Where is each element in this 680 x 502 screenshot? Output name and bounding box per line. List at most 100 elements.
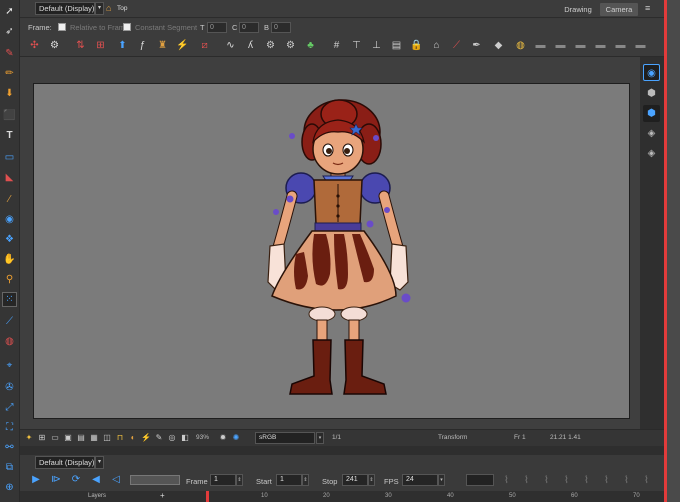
cut-icon[interactable]: ⧄ — [198, 39, 211, 52]
dropper-tool-icon[interactable]: ⁄ — [2, 192, 17, 207]
keyframe-d-icon[interactable]: ⌇ — [560, 474, 573, 487]
brush-tool-icon[interactable]: ✎ — [2, 46, 17, 61]
zoom-tool-icon[interactable]: ⊕ — [2, 480, 17, 495]
playhead[interactable] — [206, 491, 209, 502]
keyframe-h-icon[interactable]: ⌇ — [640, 474, 653, 487]
layers-stack-icon[interactable]: ◈ — [643, 125, 660, 142]
chevron-down-icon[interactable]: ▾ — [95, 456, 104, 469]
relative-checkbox[interactable] — [58, 23, 66, 31]
panel-menu-icon[interactable]: ≡ — [645, 3, 650, 13]
settings-gear-icon[interactable]: ⚙ — [48, 39, 61, 52]
text-tool-icon[interactable]: T — [2, 128, 17, 143]
c-field[interactable]: 0 — [239, 22, 259, 33]
flash-icon[interactable]: ⚡ — [141, 433, 151, 443]
skew-tool-icon[interactable]: ⛶ — [2, 420, 17, 435]
flip-icon[interactable]: ⇅ — [74, 39, 87, 52]
stroke-tool-icon[interactable]: ⟋ — [2, 314, 17, 329]
grid-toggle-icon[interactable]: ⊞ — [37, 433, 47, 443]
pencil-small-icon[interactable]: ✎ — [154, 433, 164, 443]
transform-tool-icon[interactable]: ⚲ — [2, 272, 17, 287]
onion-skin-icon[interactable]: ◐ — [128, 433, 138, 443]
stamp-icon[interactable]: ♜ — [156, 39, 169, 52]
chevron-down-icon[interactable]: ▾ — [95, 2, 104, 15]
grid-select-icon[interactable]: ⊞ — [94, 39, 107, 52]
play-icon[interactable]: ▶ — [30, 474, 42, 486]
keyframe-g-icon[interactable]: ⌇ — [620, 474, 633, 487]
deform-tool-icon[interactable]: ⧉ — [2, 460, 17, 475]
lock-icon[interactable]: 🔒 — [410, 39, 423, 52]
character-drawing[interactable] — [34, 84, 631, 420]
fps-field[interactable]: 24 — [402, 474, 438, 486]
view-icon[interactable]: ◫ — [102, 433, 112, 443]
pen-icon[interactable]: ✒ — [470, 39, 483, 52]
timeline-ruler[interactable]: Layers + 10 20 30 40 50 60 70 — [20, 491, 664, 502]
hand-tool-icon[interactable]: ✋ — [2, 252, 17, 267]
keyframe-b-icon[interactable]: ⌇ — [520, 474, 533, 487]
eye-icon[interactable]: ◉ — [643, 64, 660, 81]
grid-icon[interactable]: # — [330, 39, 343, 52]
distribute-icon[interactable]: ⊥ — [370, 39, 383, 52]
t-field[interactable]: 0 — [207, 22, 227, 33]
bulb-icon[interactable]: ◍ — [514, 39, 527, 52]
sound-icon[interactable]: ◀ — [90, 474, 102, 486]
image-icon[interactable]: ▦ — [89, 433, 99, 443]
bone-tool-icon[interactable]: ⚯ — [2, 440, 17, 455]
light-bulb-icon[interactable]: ✦ — [24, 433, 34, 443]
line-icon[interactable]: ⟋ — [450, 39, 463, 52]
paint-tool-icon[interactable]: ⬇ — [2, 86, 17, 101]
unlock-icon[interactable]: ⌂ — [430, 39, 443, 52]
rotate-tool-icon[interactable]: ✇ — [2, 380, 17, 395]
stack-icon[interactable]: ◈ — [643, 145, 660, 162]
panel-splitter[interactable] — [20, 446, 664, 455]
pivot-tool-icon[interactable]: ⌖ — [2, 358, 17, 373]
add-layer-icon[interactable]: + — [160, 491, 165, 500]
top-view-icon[interactable]: ⌂ — [106, 3, 111, 13]
cube-icon[interactable]: ⬢ — [643, 85, 660, 102]
constant-checkbox[interactable] — [123, 23, 131, 31]
playback-speed-slider[interactable] — [130, 475, 180, 485]
render-icon[interactable]: ◎ — [167, 433, 177, 443]
frame-spinner[interactable]: ⇕ — [236, 474, 243, 486]
fps-dropdown[interactable]: ▾ — [438, 474, 445, 486]
zoom-level[interactable]: 93% — [196, 434, 209, 441]
frame-field[interactable]: 1 — [210, 474, 236, 486]
stop-spinner[interactable]: ⇕ — [368, 474, 375, 486]
color-wheel-icon[interactable]: ✺ — [231, 433, 241, 443]
arrow-up-icon[interactable]: ⬆ — [116, 39, 129, 52]
align-icon[interactable]: ⊤ — [350, 39, 363, 52]
keyframe-a-icon[interactable]: ⌇ — [500, 474, 513, 487]
gear-a-icon[interactable]: ⚙ — [264, 39, 277, 52]
color-swatch[interactable] — [466, 474, 494, 486]
keyframe-f-icon[interactable]: ⌇ — [600, 474, 613, 487]
frame-toggle-icon[interactable]: ▣ — [63, 433, 73, 443]
function-icon[interactable]: ƒ — [136, 39, 149, 52]
stage-area[interactable] — [33, 83, 630, 419]
snap-icon[interactable]: ✣ — [28, 39, 41, 52]
select-tool-icon[interactable]: ➚ — [2, 4, 17, 19]
loop-icon[interactable]: ⟳ — [70, 474, 82, 486]
selection-mode-icon[interactable]: ⁙ — [2, 292, 17, 307]
timeline-display-dropdown[interactable]: Default (Display) — [35, 456, 95, 469]
curve-icon[interactable]: ∿ — [224, 39, 237, 52]
curve-alt-icon[interactable]: ʎ — [244, 39, 257, 52]
eraser-tool-icon[interactable]: ⬛ — [2, 108, 17, 123]
scale-tool-icon[interactable]: ⤢ — [2, 400, 17, 415]
start-spinner[interactable]: ⇕ — [302, 474, 309, 486]
morph-tool-icon[interactable]: ❖ — [2, 232, 17, 247]
sun-icon[interactable]: ✹ — [218, 433, 228, 443]
tree-icon[interactable]: ♣ — [304, 39, 317, 52]
play-selection-icon[interactable]: ⧐ — [50, 474, 62, 486]
stop-field[interactable]: 241 — [342, 474, 368, 486]
cube-active-icon[interactable]: ⬢ — [643, 105, 660, 122]
safe-area-icon[interactable]: ▭ — [50, 433, 60, 443]
color-space-select[interactable]: sRGB — [255, 432, 315, 444]
gear-b-icon[interactable]: ⚙ — [284, 39, 297, 52]
bucket-icon[interactable]: ◆ — [492, 39, 505, 52]
audio-scrub-icon[interactable]: ◁ — [110, 474, 122, 486]
display-dropdown[interactable]: Default (Display) — [35, 2, 95, 15]
magic-wand-icon[interactable]: ⚡ — [176, 39, 189, 52]
pencil-tool-icon[interactable]: ✏ — [2, 66, 17, 81]
camera-mask-icon[interactable]: ◧ — [180, 433, 190, 443]
b-field[interactable]: 0 — [271, 22, 291, 33]
tab-camera[interactable]: Camera — [600, 3, 638, 16]
